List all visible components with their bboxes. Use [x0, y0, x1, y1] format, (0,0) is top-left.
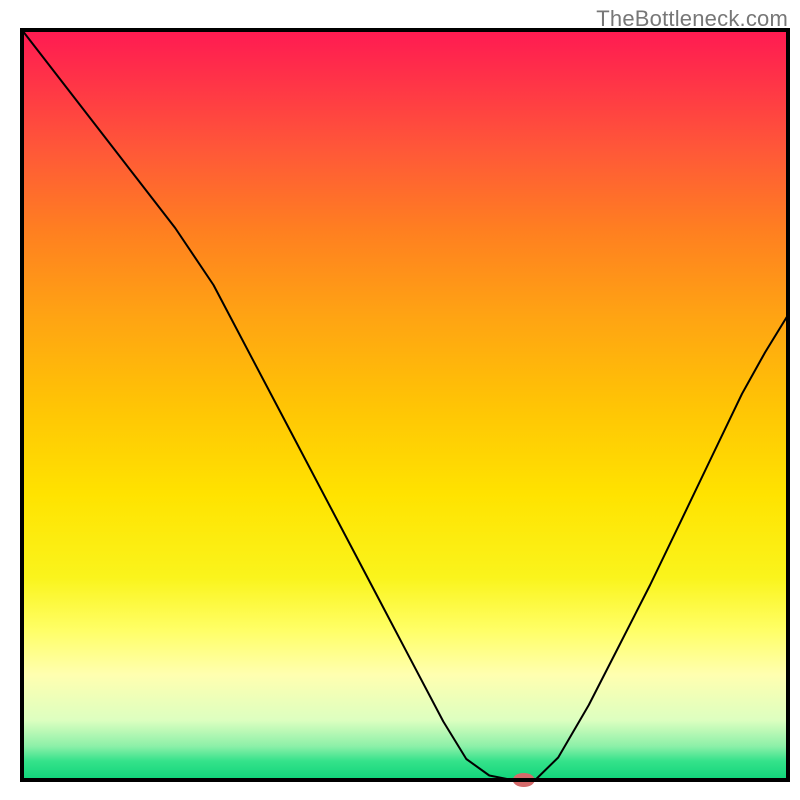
- chart-container: TheBottleneck.com: [0, 0, 800, 800]
- bottleneck-chart: [0, 0, 800, 800]
- plot-background: [22, 30, 788, 780]
- attribution-text: TheBottleneck.com: [596, 6, 788, 32]
